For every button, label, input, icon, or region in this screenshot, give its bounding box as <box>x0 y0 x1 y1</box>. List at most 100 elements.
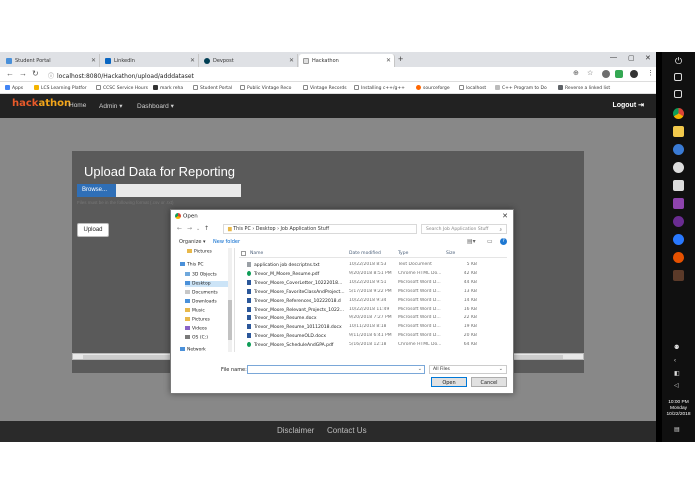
disclaimer-link[interactable]: Disclaimer <box>277 426 314 435</box>
app-icon[interactable] <box>673 216 684 227</box>
file-row[interactable]: Trevor_Moore_ScheduleAndGPA.pdf 5/16/2018… <box>239 341 507 349</box>
app-icon[interactable] <box>673 162 684 173</box>
file-row[interactable]: Trevor_Moore_Relevant_Projects_1022... 10… <box>239 306 507 314</box>
up-icon[interactable]: ↑ <box>204 225 209 232</box>
bookmark-item[interactable]: Public Vintage Reco <box>240 85 291 91</box>
new-folder-button[interactable]: New folder <box>213 239 240 245</box>
file-name-input[interactable]: ⌄ <box>247 365 425 374</box>
minimize-icon[interactable]: — <box>610 54 617 61</box>
preview-pane-icon[interactable]: ▭ <box>487 238 493 245</box>
app-icon[interactable] <box>673 252 684 263</box>
tab-student-portal[interactable]: Student Portal ✕ <box>2 54 100 67</box>
url-input[interactable]: ⓘ localhost:8080/Hackathon/upload/adddata… <box>48 69 568 80</box>
bookmark-star-icon[interactable]: ☆ <box>587 69 593 77</box>
power-icon[interactable]: ⏻ <box>673 56 684 67</box>
bookmark-item[interactable]: mark reha <box>153 85 183 91</box>
chevron-down-icon[interactable]: ⌄ <box>418 366 422 372</box>
network-icon[interactable]: ◧ <box>674 370 680 377</box>
column-type[interactable]: Type <box>398 251 408 256</box>
navigation-scrollbar[interactable] <box>228 248 232 352</box>
sidebar-item-desktop[interactable]: Desktop <box>185 281 229 287</box>
sidebar-item-videos[interactable]: Videos <box>185 326 207 332</box>
maximize-icon[interactable]: ▢ <box>628 54 635 62</box>
file-row[interactable]: Trevor_Moore_Resume.docx 9/20/2018 7:27 P… <box>239 314 507 322</box>
sidebar-item-pictures[interactable]: Pictures <box>185 317 210 323</box>
sidebar-item-3d-objects[interactable]: 3D Objects <box>185 272 217 278</box>
forward-icon[interactable]: → <box>19 69 27 78</box>
tab-linkedin[interactable]: LinkedIn ✕ <box>101 54 199 67</box>
edge-icon[interactable] <box>673 144 684 155</box>
close-tab-icon[interactable]: ✕ <box>190 57 195 64</box>
file-row[interactable]: Trevor_Moore_ResumeOLD.docx 9/11/2018 6:4… <box>239 332 507 340</box>
chrome-icon[interactable] <box>673 108 684 119</box>
extension-icon[interactable] <box>615 70 623 78</box>
path-breadcrumb[interactable]: ▆ This PC › Desktop › Job Application St… <box>223 224 417 234</box>
new-tab-button[interactable]: + <box>398 54 403 64</box>
cancel-button[interactable]: Cancel <box>471 377 507 387</box>
bookmark-item[interactable]: localhost <box>459 85 486 91</box>
nav-dashboard[interactable]: Dashboard ▾ <box>137 102 174 110</box>
search-input[interactable]: Search Job Application Stuff ⌕ <box>421 224 507 234</box>
sidebar-item-pictures[interactable]: Pictures <box>187 249 212 255</box>
file-path-display[interactable] <box>116 184 241 197</box>
sidebar-item-downloads[interactable]: Downloads <box>185 299 217 305</box>
mail-icon[interactable] <box>673 180 684 191</box>
bookmark-item[interactable]: CCSC Service Hours <box>96 85 148 91</box>
profile-avatar[interactable] <box>630 70 638 78</box>
select-all-checkbox[interactable] <box>241 251 246 256</box>
nav-admin[interactable]: Admin ▾ <box>99 102 123 110</box>
tab-devpost[interactable]: Devpost ✕ <box>200 54 298 67</box>
scrollbar-thumb[interactable] <box>228 300 232 340</box>
bookmark-item[interactable]: Vintage Records <box>303 85 347 91</box>
people-icon[interactable]: ⚉ <box>674 344 679 351</box>
close-tab-icon[interactable]: ✕ <box>91 57 96 64</box>
task-view-icon[interactable] <box>674 90 682 98</box>
app-icon[interactable] <box>673 234 684 245</box>
sidebar-item-os-drive[interactable]: OS (C:) <box>185 335 208 341</box>
bookmark-item[interactable]: Installing c++/g++ <box>354 85 405 91</box>
sidebar-item-network[interactable]: Network <box>180 347 206 353</box>
column-size[interactable]: Size <box>446 251 455 256</box>
search-icon[interactable] <box>674 73 682 81</box>
chevron-down-icon[interactable]: ⌄ <box>196 226 200 232</box>
info-icon[interactable]: ⓘ <box>48 73 54 80</box>
contact-us-link[interactable]: Contact Us <box>327 426 367 435</box>
bookmark-item[interactable]: Reverse a linked list <box>558 85 610 91</box>
logout-button[interactable]: Logout ⇥ <box>612 101 644 109</box>
chevron-up-icon[interactable]: ‹ <box>674 358 676 364</box>
file-row[interactable]: Trevor_Moore_FavoriteClassAndProject... 5… <box>239 288 507 296</box>
file-row[interactable]: Trevor_Moore_Resume_10112018.docx 10/11/2… <box>239 323 507 331</box>
back-icon[interactable]: ← <box>6 69 14 78</box>
reload-icon[interactable]: ↻ <box>32 69 39 78</box>
bookmark-apps[interactable]: Apps <box>5 85 23 91</box>
extension-icon[interactable] <box>602 70 610 78</box>
view-options-icon[interactable]: ▤▾ <box>467 238 476 245</box>
taskbar-clock[interactable]: 10:00 PM Monday 10/22/2018 <box>662 400 695 418</box>
file-row[interactable]: application job descriptns.txt 10/22/2018… <box>239 261 507 269</box>
column-name[interactable]: Name <box>250 251 263 256</box>
notifications-icon[interactable]: ▤ <box>674 426 680 433</box>
forward-icon[interactable]: → <box>187 225 192 232</box>
bookmark-item[interactable]: LCS Learning Platfor <box>34 85 87 91</box>
sidebar-item-documents[interactable]: Documents <box>185 290 218 296</box>
close-window-icon[interactable]: ✕ <box>645 54 651 62</box>
column-date-modified[interactable]: Date modified <box>349 251 381 256</box>
file-type-select[interactable]: All Files ⌄ <box>429 365 507 374</box>
file-row[interactable]: Trevor_Moore_CoverLetter_10222018... 10/2… <box>239 279 507 287</box>
close-icon[interactable]: ✕ <box>502 212 508 220</box>
file-row[interactable]: Trevor_Moore_References_10222018.d 10/22/… <box>239 297 507 305</box>
file-row[interactable]: Trevor_M_Moore_Resume.pdf 9/20/2018 8:51 … <box>239 270 507 278</box>
sidebar-item-this-pc[interactable]: This PC <box>180 262 203 268</box>
bookmark-item[interactable]: C++ Program to Do <box>495 85 547 91</box>
organize-button[interactable]: Organize ▾ <box>179 239 206 245</box>
visual-studio-icon[interactable] <box>673 198 684 209</box>
nav-home[interactable]: Home <box>69 102 86 109</box>
browse-button[interactable]: Browse... <box>77 184 116 197</box>
upload-button[interactable]: Upload <box>77 223 109 237</box>
bookmark-item[interactable]: sourceforge <box>416 85 450 91</box>
back-icon[interactable]: ← <box>177 225 182 232</box>
zoom-icon[interactable]: ⊕ <box>573 69 579 77</box>
file-explorer-icon[interactable] <box>673 126 684 137</box>
bookmark-item[interactable]: Student Portal <box>193 85 232 91</box>
tab-hackathon[interactable]: Hackathon ✕ <box>299 54 395 67</box>
